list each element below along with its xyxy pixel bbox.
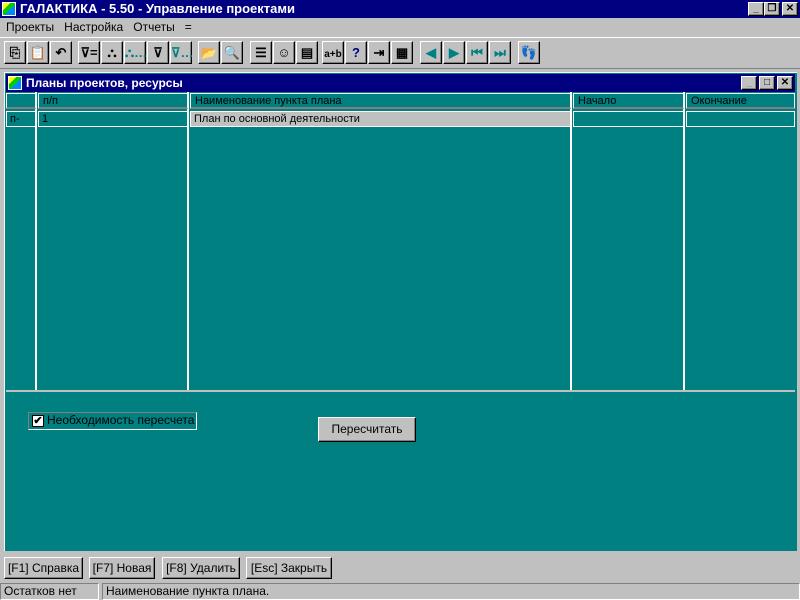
paste-icon: 📋 — [29, 45, 47, 60]
prev-button[interactable]: ◀ — [420, 41, 442, 64]
header-start[interactable]: Начало — [573, 93, 684, 109]
toolbar: ⎘ 📋 ↶ ⊽= ⛬ ⛬… ⊽ ⊽… 📂 🔍 ☰ ☺ ▤ a+b? ⇥ ▦ ◀ ▶ ⏮ ⏭ 👣 — [0, 37, 800, 69]
row-end[interactable] — [686, 111, 795, 127]
checkmark-icon: ✔ — [32, 415, 44, 427]
search-next-icon: ⛬… — [125, 45, 148, 60]
records-icon: ▤ — [300, 45, 314, 60]
help-f1-button[interactable]: [F1] Справка — [4, 557, 83, 579]
folder-search-icon: 🔍 — [223, 45, 241, 60]
numbered-list-button[interactable]: ☰ — [250, 41, 272, 64]
grid-col — [572, 92, 685, 390]
undo-icon: ↶ — [55, 45, 67, 60]
status-remainders: Остатков нет — [0, 583, 99, 600]
menu-settings[interactable]: Настройка — [64, 20, 123, 34]
status-bar: Остатков нет Наименование пункта плана. — [0, 583, 800, 600]
filter-button[interactable]: ⊽= — [78, 41, 100, 64]
child-title-bar: Планы проектов, ресурсы _ □ ✕ — [6, 74, 795, 92]
copy-icon: ⎘ — [9, 45, 21, 60]
search-next-button[interactable]: ⛬… — [124, 41, 148, 64]
close-esc-button[interactable]: [Esc] Закрыть — [246, 557, 332, 579]
first-button[interactable]: ⏮ — [466, 41, 488, 64]
minimize-button[interactable]: _ — [748, 2, 764, 16]
exit-button[interactable]: ⇥ — [368, 41, 390, 64]
filter-search-next-button[interactable]: ⊽… — [170, 41, 194, 64]
header-end[interactable]: Окончание — [686, 93, 795, 109]
records-button[interactable]: ▤ — [296, 41, 318, 64]
undo-button[interactable]: ↶ — [50, 41, 72, 64]
menu-projects[interactable]: Проекты — [6, 20, 54, 34]
plans-grid[interactable]: п/п Наименование пункта плана Начало Око… — [6, 92, 795, 392]
new-f7-button[interactable]: [F7] Новая — [89, 557, 155, 579]
last-icon: ⏭ — [494, 45, 506, 60]
row-number[interactable]: 1 — [38, 111, 188, 127]
close-button[interactable]: ✕ — [782, 2, 798, 16]
prev-icon: ◀ — [426, 45, 436, 60]
folder-search-button[interactable]: 🔍 — [221, 41, 243, 64]
filter-search-icon: ⊽ — [153, 45, 163, 60]
exit-icon: ⇥ — [373, 45, 385, 60]
menu-bar: Проекты Настройка Отчеты = — [0, 18, 800, 37]
first-icon: ⏮ — [471, 45, 483, 60]
next-icon: ▶ — [449, 45, 459, 60]
recalc-needed-checkbox[interactable]: ✔ Необходимость пересчета — [28, 412, 197, 430]
child-maximize-button[interactable]: □ — [759, 76, 775, 90]
child-title: Планы проектов, ресурсы — [26, 76, 183, 90]
restore-button[interactable]: ❐ — [764, 2, 780, 16]
grid-col — [189, 92, 572, 390]
child-minimize-button[interactable]: _ — [741, 76, 757, 90]
numbered-list-icon: ☰ — [255, 45, 267, 60]
recalc-needed-label: Необходимость пересчета — [47, 413, 195, 427]
delete-f8-button[interactable]: [F8] Удалить — [162, 557, 240, 579]
child-icon — [8, 76, 22, 90]
last-button[interactable]: ⏭ — [489, 41, 511, 64]
footprints-icon: 👣 — [520, 45, 538, 60]
form-button[interactable]: ▦ — [391, 41, 413, 64]
function-keys-bar: [F1] Справка [F7] Новая [F8] Удалить [Es… — [0, 555, 800, 582]
help-icon: ? — [352, 45, 360, 60]
search-binoculars-icon: ⛬ — [107, 45, 117, 60]
row-name[interactable]: План по основной деятельности — [190, 111, 571, 127]
header-number[interactable]: п/п — [38, 93, 188, 109]
help-button[interactable]: ? — [345, 41, 367, 64]
next-button[interactable]: ▶ — [443, 41, 465, 64]
filter-search-next-icon: ⊽… — [171, 45, 194, 60]
filter-search-button[interactable]: ⊽ — [147, 41, 169, 64]
open-folder-button[interactable]: 📂 — [198, 41, 220, 64]
copy-button[interactable]: ⎘ — [4, 41, 26, 64]
form-icon: ▦ — [395, 45, 409, 60]
child-close-button[interactable]: ✕ — [777, 76, 793, 90]
recalculate-button[interactable]: Пересчитать — [318, 417, 416, 442]
open-folder-icon: 📂 — [200, 45, 218, 60]
app-title-bar: ГАЛАКТИКА - 5.50 - Управление проектами … — [0, 0, 800, 18]
smiley-button[interactable]: ☺ — [273, 41, 295, 64]
header-name[interactable]: Наименование пункта плана — [190, 93, 571, 109]
smiley-icon: ☺ — [277, 45, 291, 60]
app-icon — [2, 2, 16, 16]
row-marker[interactable]: п- — [6, 111, 36, 127]
footprints-button[interactable]: 👣 — [518, 41, 540, 64]
menu-equals[interactable]: = — [185, 20, 192, 34]
filter-icon: ⊽= — [80, 45, 98, 60]
app-title: ГАЛАКТИКА - 5.50 - Управление проектами — [20, 1, 295, 16]
header-marker[interactable] — [6, 93, 36, 109]
grid-col — [6, 92, 37, 390]
menu-reports[interactable]: Отчеты — [133, 20, 174, 34]
row-start[interactable] — [573, 111, 684, 127]
calculator-icon: a+b — [324, 49, 342, 60]
paste-button[interactable]: 📋 — [27, 41, 49, 64]
search-binoculars-button[interactable]: ⛬ — [101, 41, 123, 64]
grid-col — [37, 92, 189, 390]
calculator-button[interactable]: a+b — [322, 41, 344, 64]
status-hint: Наименование пункта плана. — [102, 583, 800, 600]
child-window: Планы проектов, ресурсы _ □ ✕ п/п Наимен… — [2, 70, 799, 553]
